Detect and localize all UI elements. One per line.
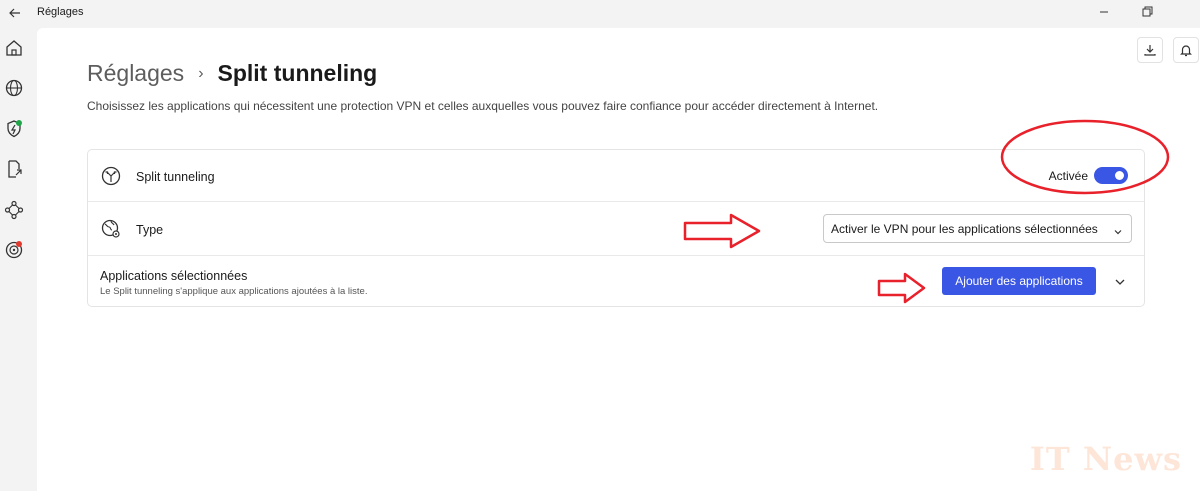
globe-icon[interactable] [4,78,24,98]
download-button[interactable] [1137,37,1163,63]
annotation-arrow-icon [877,272,926,304]
type-label: Type [136,223,164,237]
split-tunneling-label: Split tunneling [136,170,215,184]
applications-subtitle: Le Split tunneling s'applique aux applic… [100,286,368,297]
split-icon [100,165,122,187]
breadcrumb: Réglages › Split tunneling [87,60,377,87]
page-title: Split tunneling [217,60,378,86]
home-icon[interactable] [4,38,24,58]
page-description: Choisissez les applications qui nécessit… [87,99,879,113]
add-applications-button[interactable]: Ajouter des applications [942,267,1096,295]
bell-icon [1180,45,1192,57]
annotation-circle [1000,119,1170,195]
globe-gear-icon [100,218,122,240]
breadcrumb-separator: › [198,64,204,82]
type-row: Type Activer le VPN pour les application… [88,202,1144,256]
main-content: Réglages › Split tunneling Choisissez le… [37,28,1200,491]
target-icon[interactable] [4,240,24,260]
type-dropdown-value: Activer le VPN pour les applications sél… [831,222,1098,236]
back-arrow-icon[interactable] [6,4,24,22]
notification-button[interactable] [1173,37,1199,63]
applications-title: Applications sélectionnées [100,269,248,283]
download-icon [1144,45,1156,56]
expand-chevron-icon[interactable] [1114,275,1126,287]
mesh-network-icon[interactable] [4,200,24,220]
title-bar: Réglages [0,0,1200,28]
breadcrumb-parent[interactable]: Réglages [87,60,184,87]
applications-row: Applications sélectionnées Le Split tunn… [88,256,1144,308]
shield-bolt-icon[interactable] [4,119,24,139]
annotation-arrow-icon [683,213,761,249]
restore-icon[interactable] [1133,2,1161,22]
watermark-logo: IT News [1029,440,1182,478]
minimize-icon[interactable] [1090,2,1118,22]
settings-card: Split tunneling Activée Type Activer le … [87,149,1145,307]
type-dropdown[interactable]: Activer le VPN pour les applications sél… [823,214,1132,243]
split-tunneling-row: Split tunneling Activée [88,150,1144,202]
app-title: Réglages [37,6,84,18]
file-export-icon[interactable] [4,159,24,179]
sidebar [0,28,37,491]
chevron-down-icon [1113,224,1123,235]
